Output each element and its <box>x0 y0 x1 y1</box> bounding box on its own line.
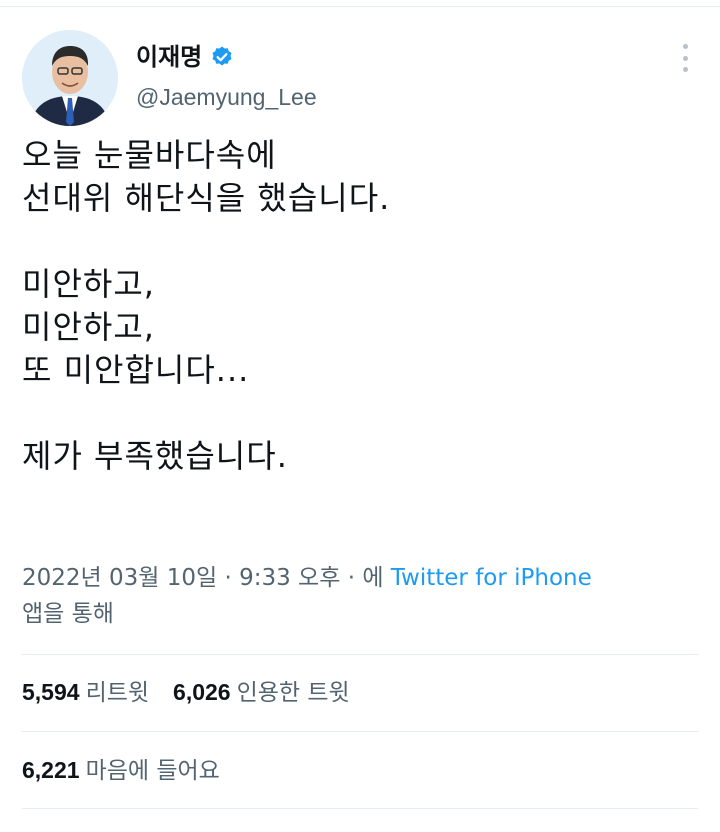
timestamp[interactable]: 2022년 03월 10일 · 9:33 오후 · 에 <box>22 565 383 591</box>
retweets-count: 5,594 <box>22 679 80 705</box>
source-link[interactable]: Twitter for iPhone <box>391 565 592 591</box>
more-dot <box>682 44 688 49</box>
tweet-line: 미안하고, <box>22 265 155 303</box>
meta-line: 2022년 03월 10일 · 9:33 오후 · 에 Twitter for … <box>22 560 698 596</box>
quotes-count: 6,026 <box>173 679 231 705</box>
divider <box>22 731 698 732</box>
verified-badge-icon <box>212 46 232 66</box>
more-dot <box>682 67 688 72</box>
tweet-line: 선대위 해단식을 했습니다. <box>22 179 391 217</box>
tweet-line: 제가 부족했습니다. <box>22 437 288 475</box>
likes-label: 마음에 들어요 <box>85 758 220 784</box>
more-dot <box>682 55 688 61</box>
retweets-label: 리트윗 <box>85 680 150 706</box>
likes-stat[interactable]: 6,221 마음에 들어요 <box>22 755 220 786</box>
top-divider <box>0 6 720 7</box>
tweet-meta: 2022년 03월 10일 · 9:33 오후 · 에 Twitter for … <box>22 560 698 632</box>
likes-row: 6,221 마음에 들어요 <box>22 755 220 786</box>
quotes-stat[interactable]: 6,026 인용한 트윗 <box>173 677 350 708</box>
avatar[interactable] <box>22 30 118 126</box>
author-name[interactable]: 이재명 <box>136 42 234 72</box>
divider <box>22 808 698 809</box>
tweet-line <box>22 392 692 435</box>
retweets-stat[interactable]: 5,594 리트윗 <box>22 677 149 708</box>
tweet-line: 미안하고, <box>22 308 155 346</box>
likes-count: 6,221 <box>22 757 80 783</box>
avatar-portrait <box>22 30 118 126</box>
author-handle[interactable]: @Jaemyung_Lee <box>136 82 317 112</box>
source-suffix: 앱을 통해 <box>22 601 114 627</box>
divider <box>22 654 698 655</box>
quotes-label: 인용한 트윗 <box>236 680 350 706</box>
tweet-line: 또 미안합니다... <box>22 351 250 389</box>
engagement-row: 5,594 리트윗 6,026 인용한 트윗 <box>22 677 350 708</box>
tweet-text: 오늘 눈물바다속에 선대위 해단식을 했습니다. 미안하고, 미안하고, 또 미… <box>22 134 692 478</box>
tweet-line: 오늘 눈물바다속에 <box>22 136 277 174</box>
display-name-text: 이재명 <box>136 43 203 71</box>
tweet-line <box>22 220 692 263</box>
more-options-icon[interactable] <box>674 44 696 72</box>
